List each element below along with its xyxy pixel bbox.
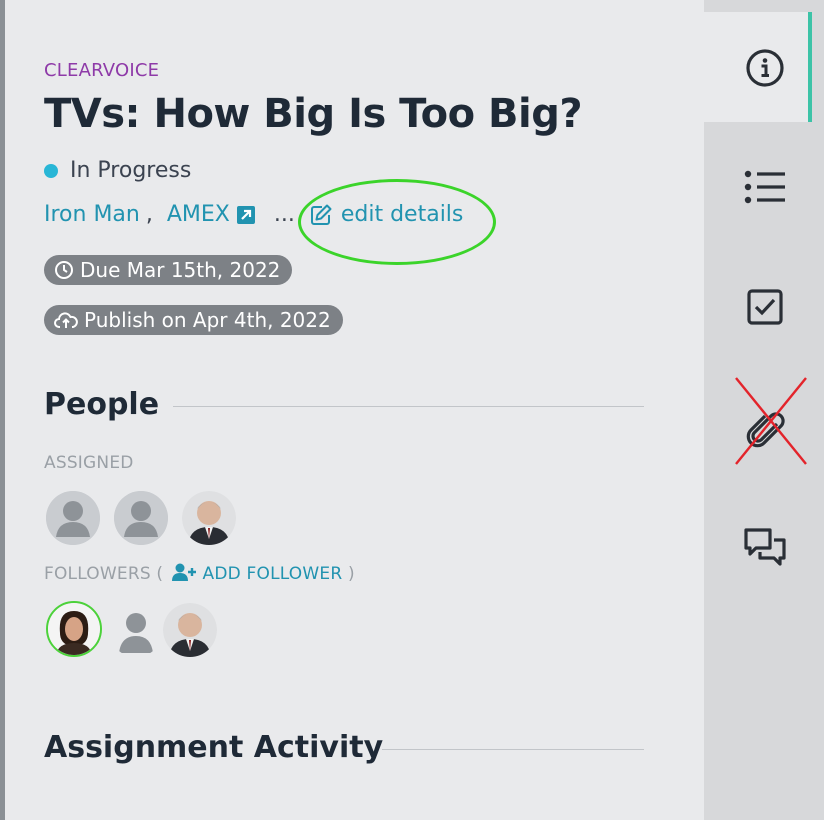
checkbox-icon [747,289,783,325]
cloud-upload-icon [54,312,78,328]
avatar-follower-3[interactable] [163,603,217,657]
followers-label-row: FOLLOWERS ( ADD FOLLOWER ) [44,563,355,584]
client-link[interactable]: AMEX [167,202,230,227]
followers-label: FOLLOWERS ( [44,564,164,584]
status-label: In Progress [70,158,192,183]
publish-date-text: Publish on Apr 4th, 2022 [84,308,331,332]
more-ellipsis: ... [273,202,295,227]
link-separator: , [145,202,153,227]
page-title: TVs: How Big Is Too Big? [44,91,583,137]
assigned-label: ASSIGNED [44,453,134,473]
comments-icon [744,528,786,566]
annotation-cross [735,377,807,465]
list-icon [744,170,785,204]
person-link[interactable]: Iron Man [44,202,140,227]
assignment-activity-heading: Assignment Activity [44,730,384,765]
publish-date-badge: Publish on Apr 4th, 2022 [44,305,343,335]
due-date-badge: Due Mar 15th, 2022 [44,255,293,285]
followers-close: ) [347,564,355,584]
details-panel: CLEARVOICE TVs: How Big Is Too Big? In P… [5,0,704,820]
add-user-icon [171,563,196,581]
avatar-assigned-2[interactable] [114,491,168,545]
add-follower-label: ADD FOLLOWER [202,564,343,584]
sidebar-tab-list[interactable] [740,162,790,212]
status-dot-icon [44,163,58,178]
edit-details-label: edit details [340,202,464,227]
activity-divider [382,749,644,750]
avatar-follower-2[interactable] [109,603,163,657]
edit-details-button[interactable]: edit details [309,202,464,227]
people-heading: People [44,387,160,422]
status-indicator: In Progress [44,158,191,183]
edit-icon [310,204,332,225]
people-divider [173,406,644,407]
avatar-assigned-3[interactable] [182,491,236,545]
add-follower-button[interactable]: ADD FOLLOWER [169,563,348,584]
avatar-assigned-1[interactable] [46,491,100,545]
external-link-icon[interactable] [236,205,256,225]
brand-label: CLEARVOICE [44,60,160,81]
info-icon [746,49,784,87]
avatar-follower-1[interactable] [46,601,102,657]
sidebar-active-indicator [808,12,812,122]
sidebar-tab-info[interactable] [740,43,790,93]
due-date-text: Due Mar 15th, 2022 [80,258,281,282]
sidebar-tab-comments[interactable] [740,522,790,572]
sidebar-tab-tasks[interactable] [740,282,790,332]
clock-icon [55,261,73,279]
assignment-links: Iron Man , AMEX ... edit details [44,202,463,227]
